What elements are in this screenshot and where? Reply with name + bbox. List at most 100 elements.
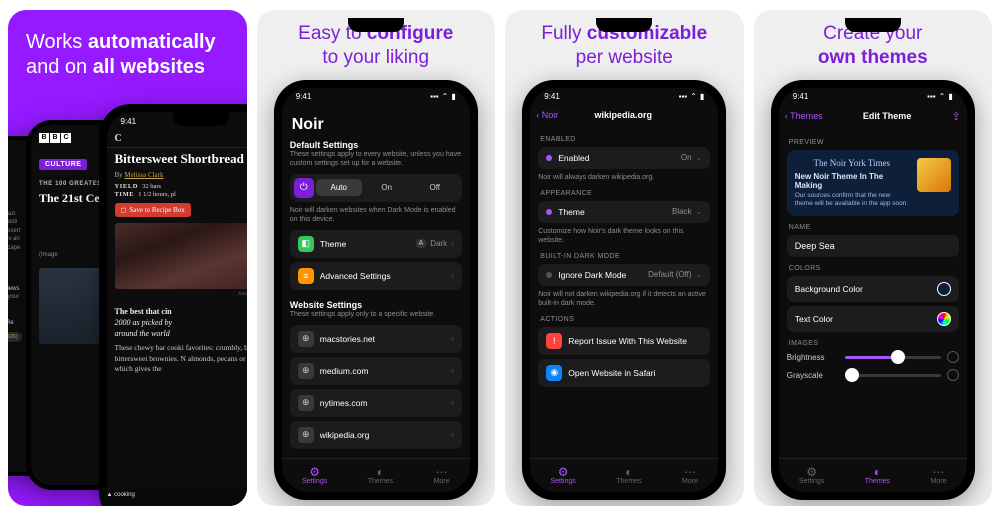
open-safari-row[interactable]: ◉ Open Website in Safari [538,359,710,387]
appearance-group: APPEARANCE [540,190,708,197]
ignore-dark-mode-row[interactable]: Ignore Dark Mode Default (Off) ⌄ [538,264,710,286]
photo-caption: Johnny Miller for The [115,291,247,297]
save-recipe-button[interactable]: ◻Save to Recipe Box [115,203,191,217]
exclamation-icon: ! [546,333,562,349]
section-pill[interactable]: CULTURE [39,159,87,170]
article: Bittersweet Shortbread By Melissa Clark … [107,148,247,506]
language-chip[interactable]: English (11,926) [8,332,22,342]
site-brand: C [115,133,122,144]
site-row[interactable]: ⊕medium.com› [290,357,462,385]
gear-icon: ⚙ [302,466,327,478]
palette-icon: ◐ [368,466,393,478]
status-bar: 9:41 ▪▪▪⌃▮ [530,88,718,106]
chevron-updown-icon: ⌄ [696,207,703,216]
builtin-group: BUILT-IN DARK MODE [540,253,708,260]
tab-settings[interactable]: ⚙Settings [302,466,327,485]
gear-icon: ⚙ [799,466,824,478]
mode-auto[interactable]: Auto [316,179,362,196]
tab-themes[interactable]: ◐Themes [616,466,641,485]
tab-themes[interactable]: ◐Themes [865,466,890,485]
globe-icon: ⊕ [298,331,314,347]
clock: 9:41 [296,92,312,101]
enabled-group: ENABLED [540,136,708,143]
ellipsis-icon: ⋯ [434,466,450,478]
palette-icon: ◐ [616,466,641,478]
default-settings-heading: Default Settings [290,140,462,150]
report-issue-row[interactable]: ! Report Issue With This Website [538,327,710,355]
status-bar: 9:41 ▪▪▪⌃▮ [107,112,247,130]
theme-row[interactable]: Theme Black ⌄ [538,201,710,223]
color-swatch[interactable] [937,282,951,296]
auto-badge: A [416,239,427,248]
site-row[interactable]: ⊕macstories.net› [290,325,462,353]
text-color-row[interactable]: Text Color [787,306,959,332]
reset-icon[interactable] [947,351,959,363]
globe-icon: ⊕ [298,363,314,379]
bottom-toolbar: ▲ cooking [107,488,247,506]
default-settings-desc: These settings apply to every website, u… [290,150,462,168]
nav-bar: ‹ Noir wikipedia.org [530,106,718,124]
recipe-photo [115,223,247,289]
tab-more[interactable]: ⋯More [931,466,947,485]
preview-body: Our sources confirm that the new theme w… [795,192,909,209]
mode-off[interactable]: Off [412,179,458,196]
panel1-title: Works automatically and on all websites [8,22,247,80]
bookmark-icon: ◻ [121,206,127,214]
tab-bar: ⚙Settings ◐Themes ⋯More [282,458,470,492]
website-settings-desc: These settings apply only to a specific … [290,310,462,319]
clock: 9:41 [793,92,809,101]
site-row[interactable]: ⊕nytimes.com› [290,389,462,417]
dot-icon [546,209,552,215]
article-body: These chewy bar cooki favorites: crumbly… [115,343,247,375]
panel-own-themes: Create your own themes 9:41 ▪▪▪⌃▮ ‹ Them… [754,10,993,506]
tab-settings[interactable]: ⚙Settings [799,466,824,485]
article-headline: Bittersweet Shortbread [115,152,247,167]
reset-icon[interactable] [947,369,959,381]
bbc-logo[interactable]: BBC [39,133,71,143]
sliders-icon: ≡ [298,268,314,284]
palette-icon: ◐ [865,466,890,478]
advanced-settings-row[interactable]: ≡ Advanced Settings › [290,262,462,290]
site-row[interactable]: ⊕wikipedia.org› [290,421,462,449]
enabled-row[interactable]: Enabled On ⌄ [538,147,710,169]
app-title: Noir [292,116,460,134]
dot-icon [546,272,552,278]
panel-works-automatically: Works automatically and on all websites … [8,10,247,506]
actions-group: ACTIONS [540,316,708,323]
chevron-updown-icon: ⌄ [696,153,703,162]
power-icon[interactable]: ⏻ [294,178,314,198]
grayscale-slider[interactable]: Grayscale [787,369,959,381]
chevron-updown-icon: ⌄ [696,270,703,279]
phone-settings: 9:41 ▪▪▪⌃▮ Noir Default Settings These s… [274,80,478,500]
theme-row[interactable]: ◧ Theme A Dark › [290,230,462,258]
palette-icon: ◧ [298,236,314,252]
pull-quote: The best that cin 2000 as picked by arou… [115,307,247,339]
tab-themes[interactable]: ◐Themes [368,466,393,485]
brightness-slider[interactable]: Brightness [787,351,959,363]
gear-icon: ⚙ [550,466,575,478]
ellipsis-icon: ⋯ [931,466,947,478]
phone-stack: My Books CITY OFTHIEVES During the Nazi … [8,90,247,506]
theme-name-input[interactable]: Deep Sea [787,235,959,257]
back-button[interactable]: ‹ Noir [536,110,558,120]
tab-settings[interactable]: ⚙Settings [550,466,575,485]
nav-title: Edit Theme [863,111,912,121]
chevron-right-icon: › [451,239,454,248]
share-button[interactable]: ⇪ [952,110,961,123]
mode-desc: Noir will darken websites when Dark Mode… [290,206,462,224]
globe-icon: ⊕ [298,395,314,411]
phone-front-recipe: 9:41 ▪▪▪⌃▮ C Bittersweet Shortbread By M… [99,104,247,506]
phone-website-settings: 9:41 ▪▪▪⌃▮ ‹ Noir wikipedia.org ENABLED … [522,80,726,500]
color-swatch[interactable] [937,312,951,326]
byline-link[interactable]: Melissa Clark [124,171,163,179]
tab-more[interactable]: ⋯More [682,466,698,485]
tab-more[interactable]: ⋯More [434,466,450,485]
panel-per-website: Fully customizable per website 9:41 ▪▪▪⌃… [505,10,744,506]
back-button[interactable]: ‹ Themes [785,111,823,121]
mode-on[interactable]: On [364,179,410,196]
background-color-row[interactable]: Background Color [787,276,959,302]
chevron-right-icon: › [451,271,454,280]
mode-segmented-control[interactable]: ⏻ Auto On Off [290,174,462,202]
status-bar: 9:41 ▪▪▪⌃▮ [779,88,967,106]
name-group: NAME [789,224,957,231]
